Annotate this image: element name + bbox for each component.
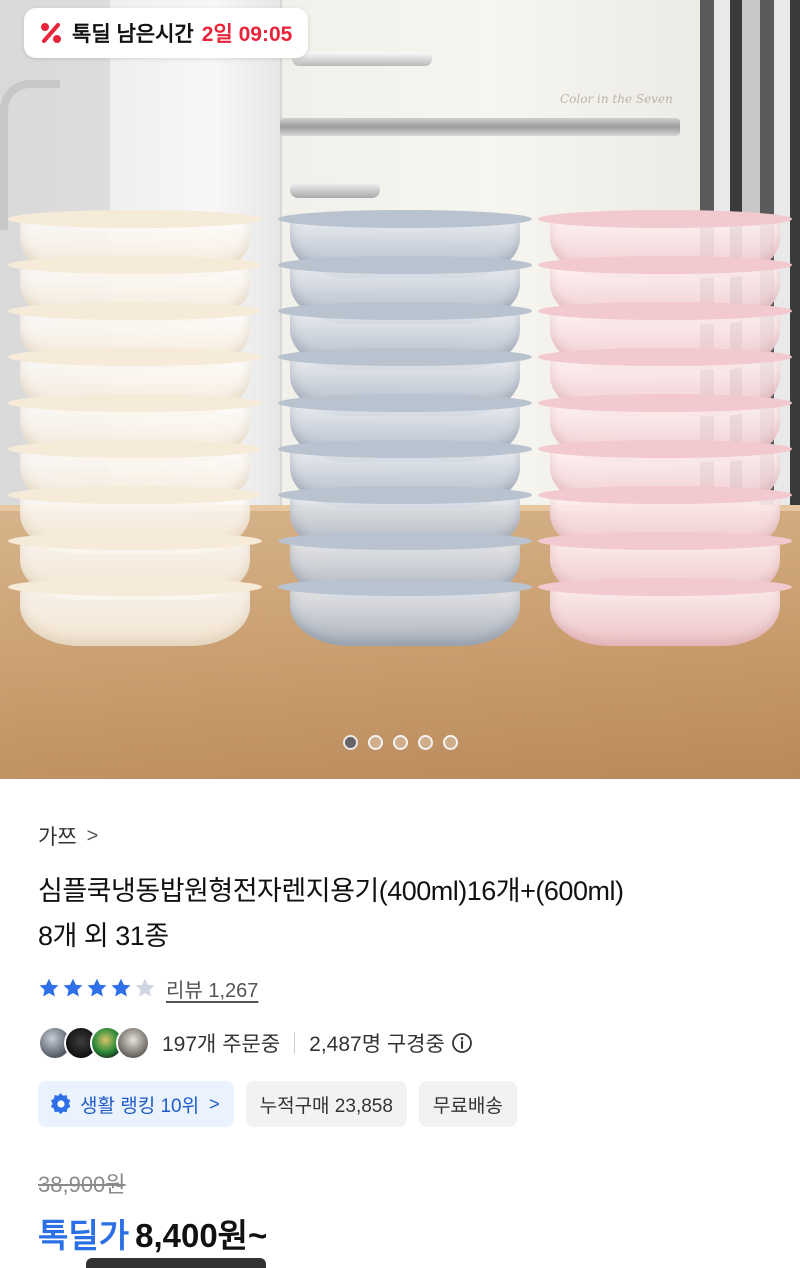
container-lid bbox=[8, 486, 262, 504]
star-icon bbox=[111, 978, 131, 997]
review-count-link[interactable]: 리뷰 1,267 bbox=[166, 974, 258, 1003]
avatar bbox=[116, 1026, 150, 1060]
bottom-sheet-handle bbox=[86, 1258, 266, 1268]
star-icon bbox=[63, 978, 83, 997]
background-fridge-handle-low bbox=[290, 182, 380, 198]
container-lid bbox=[538, 302, 792, 320]
deal-price-row: 톡딜가 8,400원~ bbox=[38, 1209, 762, 1257]
container-lid bbox=[8, 302, 262, 320]
container-lid bbox=[538, 394, 792, 412]
container-lid bbox=[8, 532, 262, 550]
container-lid bbox=[538, 578, 792, 596]
container-lid bbox=[8, 578, 262, 596]
container-lid bbox=[8, 210, 262, 228]
container-lid bbox=[8, 394, 262, 412]
deal-price-label: 톡딜가 bbox=[38, 1217, 130, 1254]
background-fridge-handle bbox=[292, 52, 432, 66]
product-title-line1: 심플쿡냉동밥원형전자렌지용기(400ml)16개+(600ml) bbox=[38, 876, 624, 906]
container-lid bbox=[278, 578, 532, 596]
deal-timer-value: 2일 09:05 bbox=[201, 23, 293, 46]
discount-icon bbox=[38, 20, 64, 46]
container-lid bbox=[8, 348, 262, 366]
chevron-right-icon: > bbox=[86, 824, 99, 847]
product-image-carousel[interactable]: Color in the Seven 톡딜 남은시간 2일 09:05 bbox=[0, 0, 800, 779]
carousel-dot[interactable] bbox=[367, 735, 383, 750]
carousel-dot[interactable] bbox=[392, 735, 408, 750]
ordering-count: 197개 주문중 bbox=[162, 1033, 281, 1056]
product-info: 가쯔 > 심플쿡냉동밥원형전자렌지용기(400ml)16개+(600ml) 8개… bbox=[0, 821, 800, 1257]
free-shipping-chip: 무료배송 bbox=[418, 1081, 517, 1127]
product-chips: 생활 랭킹 10위 > 누적구매 23,858 무료배송 bbox=[38, 1081, 762, 1127]
product-title-line2: 8개 외 31종 bbox=[38, 921, 169, 951]
brand-name: 가쯔 bbox=[38, 826, 77, 849]
fridge-logo-script: Color in the Seven bbox=[560, 92, 673, 106]
background-fridge-bar bbox=[280, 118, 680, 136]
carousel-dot[interactable] bbox=[417, 735, 433, 750]
cumulative-purchase-chip: 누적구매 23,858 bbox=[245, 1081, 407, 1127]
container-lid bbox=[278, 348, 532, 366]
container-lid bbox=[538, 256, 792, 274]
background-faucet bbox=[0, 80, 60, 230]
carousel-indicators bbox=[0, 735, 800, 750]
watching-count: 2,487명 구경중 bbox=[309, 1033, 445, 1056]
container-lid bbox=[538, 348, 792, 366]
container-lid bbox=[278, 210, 532, 228]
rating-stars bbox=[38, 977, 156, 999]
container-lid bbox=[278, 394, 532, 412]
product-title: 심플쿡냉동밥원형전자렌지용기(400ml)16개+(600ml) 8개 외 31… bbox=[38, 869, 762, 959]
brand-link[interactable]: 가쯔 > bbox=[38, 821, 762, 851]
star-icon bbox=[87, 978, 107, 997]
container-lid bbox=[8, 440, 262, 458]
ranking-badge-icon bbox=[50, 1093, 71, 1115]
container-lid bbox=[278, 302, 532, 320]
deal-price: 8,400원~ bbox=[135, 1217, 268, 1254]
container-lid bbox=[538, 440, 792, 458]
divider bbox=[294, 1032, 296, 1054]
container-lid bbox=[538, 486, 792, 504]
container-lid bbox=[278, 486, 532, 504]
container-lid bbox=[538, 210, 792, 228]
chevron-right-icon: > bbox=[209, 1093, 220, 1114]
social-proof-row: 197개 주문중 2,487명 구경중 bbox=[38, 1025, 762, 1061]
star-icon bbox=[39, 978, 59, 997]
rating-row: 리뷰 1,267 bbox=[38, 973, 762, 1003]
info-icon[interactable] bbox=[451, 1032, 473, 1054]
deal-timer-label: 톡딜 남은시간 bbox=[72, 23, 194, 46]
ranking-chip-label: 생활 랭킹 10위 bbox=[80, 1095, 200, 1117]
container-lid bbox=[278, 532, 532, 550]
container-lid bbox=[278, 440, 532, 458]
carousel-dot[interactable] bbox=[342, 735, 358, 750]
buyer-avatars bbox=[38, 1026, 150, 1060]
deal-timer-badge: 톡딜 남은시간 2일 09:05 bbox=[24, 8, 309, 58]
container-lid bbox=[538, 532, 792, 550]
container-lid bbox=[278, 256, 532, 274]
ranking-chip[interactable]: 생활 랭킹 10위 > bbox=[38, 1081, 234, 1127]
star-icon bbox=[135, 978, 155, 997]
carousel-dot[interactable] bbox=[442, 735, 458, 750]
original-price: 38,900원 bbox=[38, 1172, 126, 1197]
container-lid bbox=[8, 256, 262, 274]
